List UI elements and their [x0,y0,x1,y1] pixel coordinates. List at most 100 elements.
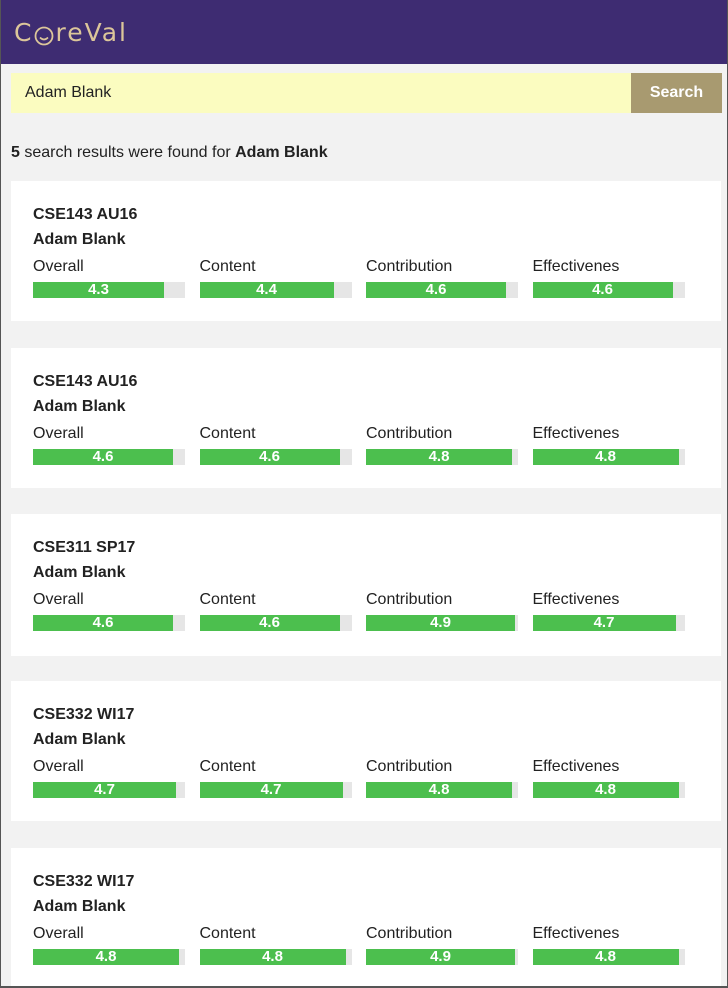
results-count: 5 [11,144,20,161]
metric-content: Content 4.6 [199,589,367,631]
metric-contribution: Contribution 4.9 [366,589,533,631]
rating-bar-track: 4.8 [532,781,685,798]
rating-bar-track: 4.6 [532,281,685,298]
instructor-name: Adam Blank [33,231,126,248]
result-card[interactable]: CSE332 WI17 Adam Blank Overall 4.8 Content 4.… [11,848,721,988]
app-header: C reVal [0,0,728,64]
result-card[interactable]: CSE143 AU16 Adam Blank Overall 4.3 Content 4.… [11,181,721,321]
instructor-name: Adam Blank [33,398,126,415]
metric-label: Contribution [366,758,453,775]
course-title: CSE332 WI17 [33,706,135,723]
results-query: Adam Blank [235,144,328,161]
metric-effectivenes: Effectivenes 4.6 [532,256,700,298]
rating-bar-track: 4.7 [199,781,352,798]
rating-bar-track: 4.9 [366,615,518,631]
instructor-name: Adam Blank [33,731,126,748]
result-card[interactable]: CSE143 AU16 Adam Blank Overall 4.6 Content 4.… [11,348,721,488]
metric-label: Overall [33,758,84,775]
search-bar: Search [11,73,722,113]
rating-bar-track: 4.7 [532,614,685,631]
rating-value: 4.6 [92,614,114,631]
rating-bar-track: 4.7 [33,782,185,798]
rating-value: 4.6 [259,614,280,631]
rating-bar-track: 4.9 [366,949,518,965]
metric-label: Content [199,925,256,942]
rating-bar-track: 4.6 [33,449,185,465]
metric-content: Content 4.4 [199,256,367,298]
metric-label: Overall [33,591,84,608]
rating-bar-track: 4.8 [532,448,685,465]
metric-overall: Overall 4.3 [33,256,200,298]
rating-value: 4.7 [260,781,282,798]
metric-contribution: Contribution 4.8 [366,756,533,798]
result-card[interactable]: CSE311 SP17 Adam Blank Overall 4.6 Content 4.… [11,514,721,656]
metric-content: Content 4.6 [199,423,367,465]
rating-bar-track: 4.6 [199,448,352,465]
rating-bar-track: 4.3 [33,282,185,298]
metric-label: Contribution [366,925,453,942]
instructor-name: Adam Blank [33,898,126,915]
rating-bar-track: 4.8 [366,449,518,465]
metric-label: Effectivenes [532,258,620,275]
course-title: CSE332 WI17 [33,873,135,890]
rating-value: 4.4 [256,281,277,298]
metric-overall: Overall 4.7 [33,756,200,798]
metric-overall: Overall 4.8 [33,923,200,965]
corevall-logo[interactable]: C reVal [14,18,128,47]
rating-value: 4.6 [592,281,613,298]
logo-text-end: reVal [55,17,129,47]
metric-overall: Overall 4.6 [33,423,200,465]
metric-effectivenes: Effectivenes 4.7 [532,589,700,631]
course-title: CSE143 AU16 [33,206,138,223]
metric-contribution: Contribution 4.9 [366,923,533,965]
rating-value: 4.8 [428,781,450,798]
search-input[interactable] [11,73,631,113]
metric-label: Effectivenes [532,425,620,442]
rating-value: 4.9 [430,614,451,631]
metric-contribution: Contribution 4.8 [366,423,533,465]
metric-label: Effectivenes [532,758,620,775]
rating-value: 4.6 [259,448,280,465]
rating-value: 4.8 [595,448,616,465]
metric-label: Effectivenes [532,591,620,608]
rating-bar-track: 4.8 [33,949,185,965]
metric-label: Content [199,758,256,775]
course-title: CSE311 SP17 [33,539,136,556]
search-button[interactable]: Search [631,73,722,113]
rating-value: 4.8 [595,781,616,798]
metric-label: Effectivenes [532,925,620,942]
rating-metrics: Overall 4.3 Content 4.4 Contribution 4.6 Effec… [33,256,699,298]
rating-value: 4.8 [262,948,283,965]
metric-contribution: Contribution 4.6 [366,256,533,298]
metric-label: Contribution [366,258,453,275]
rating-value: 4.9 [430,948,451,965]
rating-value: 4.8 [95,948,117,965]
metric-content: Content 4.8 [199,923,367,965]
rating-value: 4.7 [94,781,115,798]
rating-bar-track: 4.8 [199,948,352,965]
rating-bar-track: 4.6 [366,282,518,298]
metric-label: Content [199,258,256,275]
rating-bar-track: 4.6 [33,615,185,631]
metric-effectivenes: Effectivenes 4.8 [532,923,700,965]
metric-content: Content 4.7 [199,756,367,798]
rating-value: 4.3 [88,281,109,298]
rating-value: 4.6 [425,281,447,298]
metric-label: Content [199,425,256,442]
metric-effectivenes: Effectivenes 4.8 [532,756,700,798]
rating-value: 4.8 [428,448,450,465]
rating-metrics: Overall 4.7 Content 4.7 Contribution 4.8 Effec… [33,756,699,798]
instructor-name: Adam Blank [33,564,126,581]
metric-overall: Overall 4.6 [33,589,200,631]
metric-label: Contribution [366,591,453,608]
logo-text-start: C [14,17,34,47]
metric-effectivenes: Effectivenes 4.8 [532,423,700,465]
result-card[interactable]: CSE332 WI17 Adam Blank Overall 4.7 Content 4.… [11,681,721,821]
rating-value: 4.7 [593,614,615,631]
results-summary: 5 search results were found for Adam Bla… [11,144,728,164]
rating-value: 4.8 [595,948,616,965]
rating-bar-track: 4.8 [366,782,518,798]
metric-label: Contribution [366,425,453,442]
rating-bar-track: 4.8 [532,948,685,965]
metric-label: Overall [33,925,84,942]
